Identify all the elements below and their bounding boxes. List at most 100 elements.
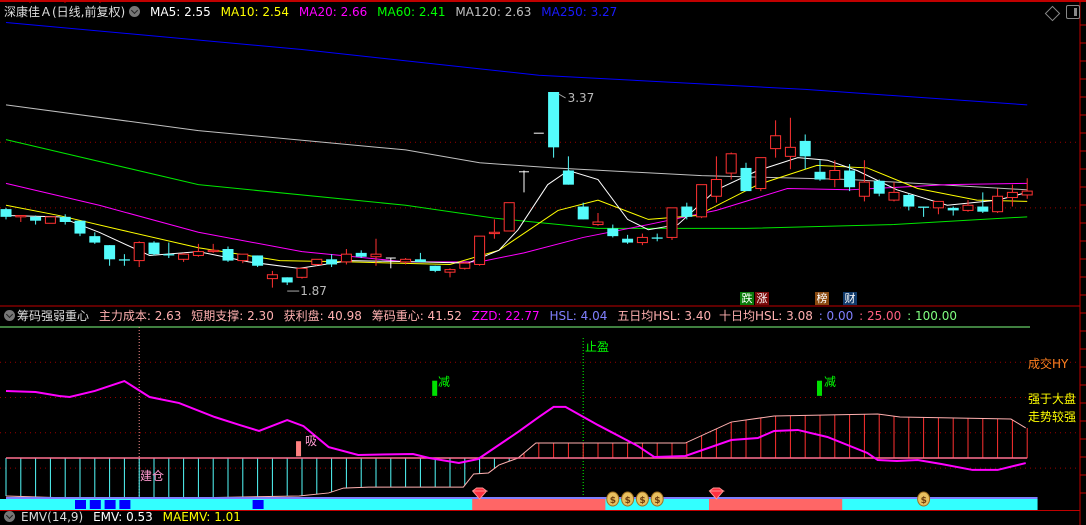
candle-body-up	[696, 184, 708, 218]
event-tag[interactable]: 跌	[740, 292, 754, 305]
candle-body-down	[326, 259, 338, 265]
candle-body-up	[400, 258, 412, 263]
candle-body-down	[622, 238, 634, 243]
candle-body-down	[844, 170, 856, 188]
candle-body-down	[799, 140, 811, 157]
candle-body-up	[178, 253, 190, 260]
dropdown-icon[interactable]	[4, 310, 15, 321]
blue-square-marker	[119, 500, 131, 509]
hsl10-value: 十日均HSL: 3.08	[718, 309, 813, 323]
candle-body-up	[474, 235, 486, 265]
trend-strip-weak	[472, 499, 606, 510]
candle-body-up	[311, 258, 323, 265]
ma250-line	[5, 22, 1028, 106]
ma120-value: MA120: 2.63	[455, 5, 532, 19]
candle-body-up	[1021, 190, 1033, 196]
ma20-value: MA20: 2.66	[298, 5, 368, 19]
candle-body-down	[903, 194, 915, 207]
signal-zhiying: 止盈	[585, 340, 610, 354]
candle-body-down	[414, 259, 426, 262]
signal-jian: 减	[438, 375, 451, 389]
hsl5-value: 五日均HSL: 3.40	[617, 309, 712, 323]
candle-body-up	[266, 274, 278, 280]
candle-body-down	[681, 206, 693, 217]
jian-signal-bar	[817, 380, 822, 396]
candle-body-up	[133, 242, 145, 262]
indicator-title[interactable]: 筹码强弱重心	[17, 309, 89, 323]
blue-square-marker	[252, 500, 264, 509]
candle-body-up	[888, 191, 900, 201]
candle-body-down	[548, 92, 560, 148]
candle-body-down	[577, 206, 589, 220]
candle-body-down	[104, 245, 116, 260]
high-price-label: 3.37	[568, 91, 595, 105]
candle-body-down	[947, 207, 959, 211]
emv-value: EMV: 0.53	[93, 510, 153, 524]
candle-body-up	[932, 200, 944, 209]
candle-body-up	[592, 221, 604, 226]
main-chart-header: 深康佳Ａ(日线,前复权) MA5: 2.55 MA10: 2.54 MA20: …	[4, 5, 623, 19]
dollar-sign: $	[625, 496, 631, 506]
candle-body-up	[784, 146, 796, 157]
candle-body-up	[44, 216, 56, 224]
candle-body-down	[148, 242, 160, 255]
candle-body-down	[977, 206, 989, 212]
candle-body-down	[30, 216, 42, 221]
panel-toggle-icon[interactable]	[1066, 5, 1080, 19]
event-tag[interactable]: 财	[843, 292, 857, 305]
maemv-value: MAEMV: 1.01	[162, 510, 241, 524]
candle-body-down	[429, 265, 441, 271]
candle-body-down	[740, 167, 752, 192]
dropdown-icon[interactable]	[4, 511, 15, 522]
event-tag[interactable]: 榜	[815, 292, 829, 305]
xi-signal-bar	[296, 441, 302, 457]
candle-body-up	[488, 231, 500, 235]
profit-ratio: 获利盘: 40.98	[283, 309, 362, 323]
dollar-sign: $	[639, 496, 645, 506]
candle-body-up	[444, 269, 456, 273]
candle-body-up	[503, 202, 515, 232]
main-cost: 主力成本: 2.63	[98, 309, 182, 323]
candle-body-down	[873, 180, 885, 194]
chart-canvas[interactable]: 3.37 1.87 $ $ $ $ $	[0, 0, 1086, 525]
candle-body-up	[725, 153, 737, 174]
candle-body-down	[651, 237, 663, 239]
candle-body-up	[207, 249, 219, 253]
emv-header: EMV(14,9) EMV: 0.53 MAEMV: 1.01	[4, 511, 247, 524]
candle-body-down	[252, 255, 264, 266]
emv-title[interactable]: EMV(14,9)	[21, 510, 83, 524]
candle-body-down	[607, 228, 619, 237]
candle-body-down	[355, 252, 367, 257]
ma250-value: MA250: 3.27	[541, 5, 618, 19]
candle-body-up	[192, 251, 204, 256]
candle-body-down	[814, 171, 826, 180]
signal-jian: 减	[824, 375, 837, 389]
candle-body-up	[755, 157, 767, 190]
dropdown-icon[interactable]	[129, 6, 141, 17]
candle-body-up	[237, 253, 249, 262]
event-tag[interactable]: 涨	[755, 292, 769, 305]
signal-xi: 吸	[305, 434, 318, 448]
dollar-sign: $	[654, 496, 660, 506]
stock-title[interactable]: 深康佳Ａ(日线,前复权)	[4, 5, 125, 19]
candle-body-down	[562, 170, 574, 185]
candle-body-down	[89, 236, 101, 243]
diamond-icon[interactable]	[1044, 5, 1061, 22]
candle-body-up	[15, 215, 27, 218]
blue-square-marker	[89, 500, 101, 509]
trend-strip-weak	[709, 499, 843, 510]
candle-body-up	[666, 207, 678, 238]
indicator-header: 筹码强弱重心 主力成本: 2.63 短期支撑: 2.30 获利盘: 40.98 …	[4, 309, 963, 323]
candle-body-down	[0, 209, 12, 217]
candle-body-up	[296, 267, 308, 278]
ma60-value: MA60: 2.41	[377, 5, 446, 19]
candle-body-down	[918, 206, 930, 208]
zzd-value: ZZD: 22.77	[471, 309, 540, 323]
candle-body-up	[340, 253, 352, 263]
ma10-value: MA10: 2.54	[220, 5, 290, 19]
candle-body-down	[74, 220, 86, 234]
chip-center: 筹码重心: 41.52	[371, 309, 462, 323]
short-support: 短期支撑: 2.30	[191, 309, 274, 323]
jian-signal-bar	[432, 380, 438, 396]
candle-body-up	[459, 262, 471, 269]
